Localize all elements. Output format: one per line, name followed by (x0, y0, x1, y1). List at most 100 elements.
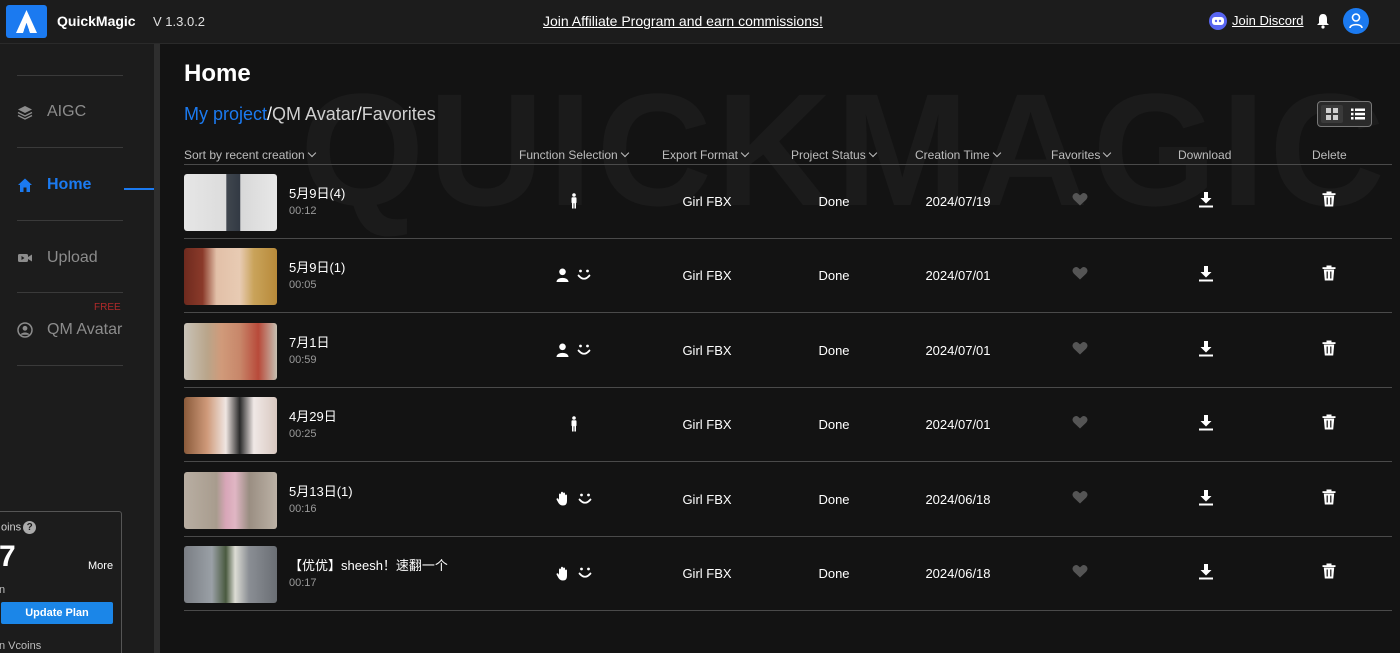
project-status: Done (818, 268, 850, 284)
body-icon[interactable] (569, 416, 579, 432)
function-selection-filter[interactable]: Function Selection (519, 148, 629, 162)
active-indicator (124, 188, 154, 190)
trash-icon (1322, 563, 1336, 579)
chevron-down-icon (740, 148, 750, 158)
download-icon (1199, 564, 1213, 580)
download-button[interactable] (1198, 414, 1214, 436)
download-icon (1199, 415, 1213, 431)
video-thumbnail[interactable] (184, 471, 277, 529)
video-thumbnail[interactable] (184, 322, 277, 380)
sidebar-item-home[interactable]: Home (17, 173, 91, 197)
delete-button[interactable] (1322, 265, 1336, 286)
video-thumbnail[interactable] (184, 546, 277, 603)
face-icon[interactable] (577, 492, 593, 506)
app-name: QuickMagic (57, 13, 136, 29)
download-button[interactable] (1198, 489, 1214, 511)
chevron-down-icon (620, 148, 629, 158)
project-row[interactable]: 7月1日 00:59 Girl FBX Done 2024/07/01 (184, 314, 1392, 388)
sidebar-divider (17, 292, 123, 293)
trash-icon (1322, 340, 1336, 356)
project-name: 5月9日(1) (289, 260, 346, 276)
vcoins-more-link[interactable]: More (88, 560, 113, 572)
trash-icon (1322, 191, 1336, 207)
delete-button[interactable] (1322, 191, 1336, 212)
sidebar-item-qm-avatar[interactable]: QM Avatar (17, 318, 122, 342)
heart-icon (1072, 341, 1088, 355)
sidebar-divider (17, 75, 123, 76)
project-row[interactable]: 5月9日(1) 00:05 Girl FBX Done 2024/07/01 (184, 239, 1392, 314)
download-button[interactable] (1198, 191, 1214, 213)
download-button[interactable] (1198, 265, 1214, 287)
user-avatar-icon[interactable] (1343, 8, 1369, 34)
help-icon[interactable]: ? (23, 521, 37, 534)
download-column-header: Download (1178, 148, 1232, 162)
logo-icon (16, 10, 37, 33)
creation-date: 2024/07/01 (925, 417, 991, 433)
delete-button[interactable] (1322, 563, 1336, 584)
delete-button[interactable] (1322, 414, 1336, 435)
affiliate-link[interactable]: Join Affiliate Program and earn commissi… (543, 13, 823, 29)
sidebar-scrollbar[interactable] (154, 44, 160, 653)
video-thumbnail[interactable] (184, 174, 277, 231)
download-button[interactable] (1198, 563, 1214, 585)
video-thumbnail[interactable] (184, 248, 277, 306)
update-plan-button[interactable]: Update Plan (1, 602, 113, 624)
download-button[interactable] (1198, 340, 1214, 362)
face-icon[interactable] (577, 566, 593, 580)
chevron-down-icon (992, 148, 1001, 158)
delete-button[interactable] (1322, 340, 1336, 361)
creation-date: 2024/07/19 (925, 194, 991, 209)
person-icon[interactable] (556, 343, 569, 357)
project-status: Done (818, 491, 850, 507)
project-status-filter[interactable]: Project Status (791, 148, 877, 162)
app-logo[interactable] (6, 5, 47, 38)
export-format: Girl FBX (682, 491, 732, 507)
list-view-button[interactable] (1347, 105, 1369, 123)
project-row[interactable]: 5月13日(1) 00:16 Girl FBX Done 2024/06/18 (184, 463, 1392, 537)
sidebar-item-label: QM Avatar (47, 321, 123, 338)
column-label: Favorites (1051, 148, 1101, 162)
export-format-filter[interactable]: Export Format (662, 148, 750, 162)
favorite-button[interactable] (1072, 266, 1088, 285)
project-duration: 00:59 (289, 353, 317, 366)
tab-my-project[interactable]: My project (184, 104, 267, 124)
heart-icon (1072, 267, 1088, 280)
project-duration: 00:05 (289, 279, 317, 292)
tab-favorites[interactable]: Favorites (362, 104, 436, 124)
bell-icon[interactable] (1316, 13, 1330, 29)
project-row[interactable]: 5月9日(4) 00:12 Girl FBX Done 2024/07/19 (184, 165, 1392, 239)
favorite-button[interactable] (1072, 192, 1088, 211)
home-icon (18, 178, 32, 192)
tab-qm-avatar[interactable]: QM Avatar (272, 104, 357, 124)
grid-view-button[interactable] (1321, 105, 1343, 123)
project-row[interactable]: 4月29日 00:25 Girl FBX Done 2024/07/01 (184, 388, 1392, 463)
favorite-button[interactable] (1072, 490, 1088, 509)
project-name: 7月1日 (289, 334, 330, 350)
hand-icon[interactable] (555, 491, 570, 506)
project-row[interactable]: 【优优】sheesh！速翻一个 00:17 Girl FBX Done 2024/06/… (184, 537, 1392, 611)
face-icon[interactable] (576, 268, 592, 282)
favorite-button[interactable] (1072, 415, 1088, 434)
face-icon[interactable] (576, 343, 592, 357)
join-discord-link[interactable]: Join Discord (1232, 13, 1304, 28)
sidebar-item-aigc[interactable]: AIGC (17, 100, 86, 124)
sidebar-divider (17, 147, 123, 148)
body-icon[interactable] (569, 193, 579, 209)
favorite-button[interactable] (1072, 341, 1088, 360)
project-status: Done (818, 194, 850, 209)
vcoins-title: oins? (1, 521, 37, 534)
favorites-filter[interactable]: Favorites (1051, 148, 1112, 162)
favorite-button[interactable] (1072, 564, 1088, 583)
sidebar-item-upload[interactable]: Upload (17, 246, 98, 270)
heart-icon (1072, 192, 1088, 206)
sort-dropdown[interactable]: Sort by recent creation (184, 148, 316, 162)
person-icon[interactable] (556, 268, 569, 283)
hand-icon[interactable] (555, 566, 570, 581)
discord-icon[interactable] (1209, 12, 1227, 30)
trash-icon (1322, 414, 1336, 430)
creation-time-filter[interactable]: Creation Time (915, 148, 1001, 162)
delete-button[interactable] (1322, 489, 1336, 510)
video-thumbnail[interactable] (184, 397, 277, 455)
vcoins-balance: 7 (0, 540, 16, 573)
function-icons (544, 191, 604, 211)
